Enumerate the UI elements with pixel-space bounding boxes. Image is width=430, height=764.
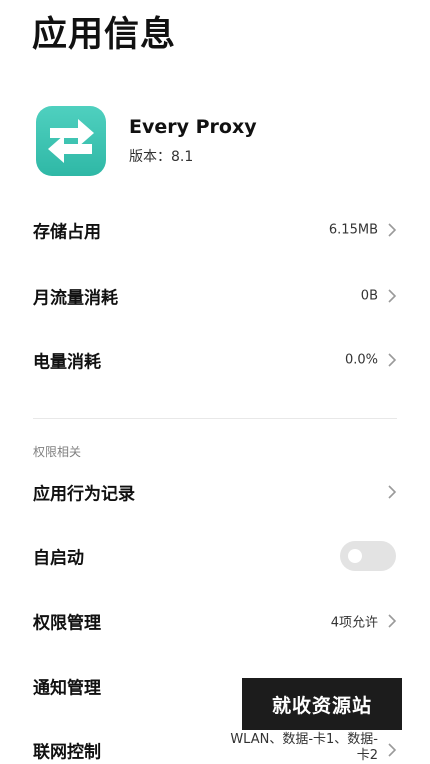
chevron-right-icon	[388, 485, 397, 499]
battery-usage-label: 电量消耗	[33, 352, 101, 373]
monthly-traffic-row[interactable]: 月流量消耗 0B	[0, 266, 430, 326]
storage-value: 6.15MB	[328, 222, 378, 238]
toggle-knob	[348, 549, 362, 563]
chevron-right-icon	[388, 743, 397, 757]
autostart-row: 自启动	[0, 526, 430, 586]
storage-row[interactable]: 存储占用 6.15MB	[0, 200, 430, 260]
app-version: 版本：8.1	[129, 149, 194, 165]
battery-usage-row[interactable]: 电量消耗 0.0%	[0, 330, 430, 390]
app-icon	[36, 106, 106, 176]
battery-usage-value: 0.0%	[344, 352, 378, 368]
monthly-traffic-value: 0B	[360, 288, 378, 304]
permission-manage-value: 4项允许	[330, 615, 378, 631]
behavior-record-row[interactable]: 应用行为记录	[0, 462, 430, 522]
behavior-record-label: 应用行为记录	[33, 484, 135, 505]
app-info-screen: 应用信息 Every Proxy 版本：8.1 存储占用 6.15MB 月流量消…	[0, 0, 430, 764]
app-name: Every Proxy	[129, 116, 257, 138]
permission-manage-row[interactable]: 权限管理 4项允许	[0, 591, 430, 651]
notification-manage-label: 通知管理	[33, 678, 101, 699]
autostart-toggle[interactable]	[340, 541, 396, 571]
chevron-right-icon	[388, 223, 397, 237]
storage-label: 存储占用	[33, 222, 101, 243]
network-control-value: WLAN、数据-卡1、数据-卡2	[230, 732, 378, 763]
permission-manage-label: 权限管理	[33, 613, 101, 634]
chevron-right-icon	[388, 289, 397, 303]
watermark-overlay: 就收资源站	[242, 678, 402, 730]
section-divider	[33, 418, 397, 419]
monthly-traffic-label: 月流量消耗	[33, 288, 118, 309]
permissions-section-title: 权限相关	[33, 445, 82, 459]
chevron-right-icon	[388, 353, 397, 367]
swap-arrows-icon	[48, 119, 94, 163]
autostart-label: 自启动	[33, 548, 84, 569]
chevron-right-icon	[388, 614, 397, 628]
page-title: 应用信息	[32, 15, 177, 55]
network-control-label: 联网控制	[33, 742, 101, 763]
